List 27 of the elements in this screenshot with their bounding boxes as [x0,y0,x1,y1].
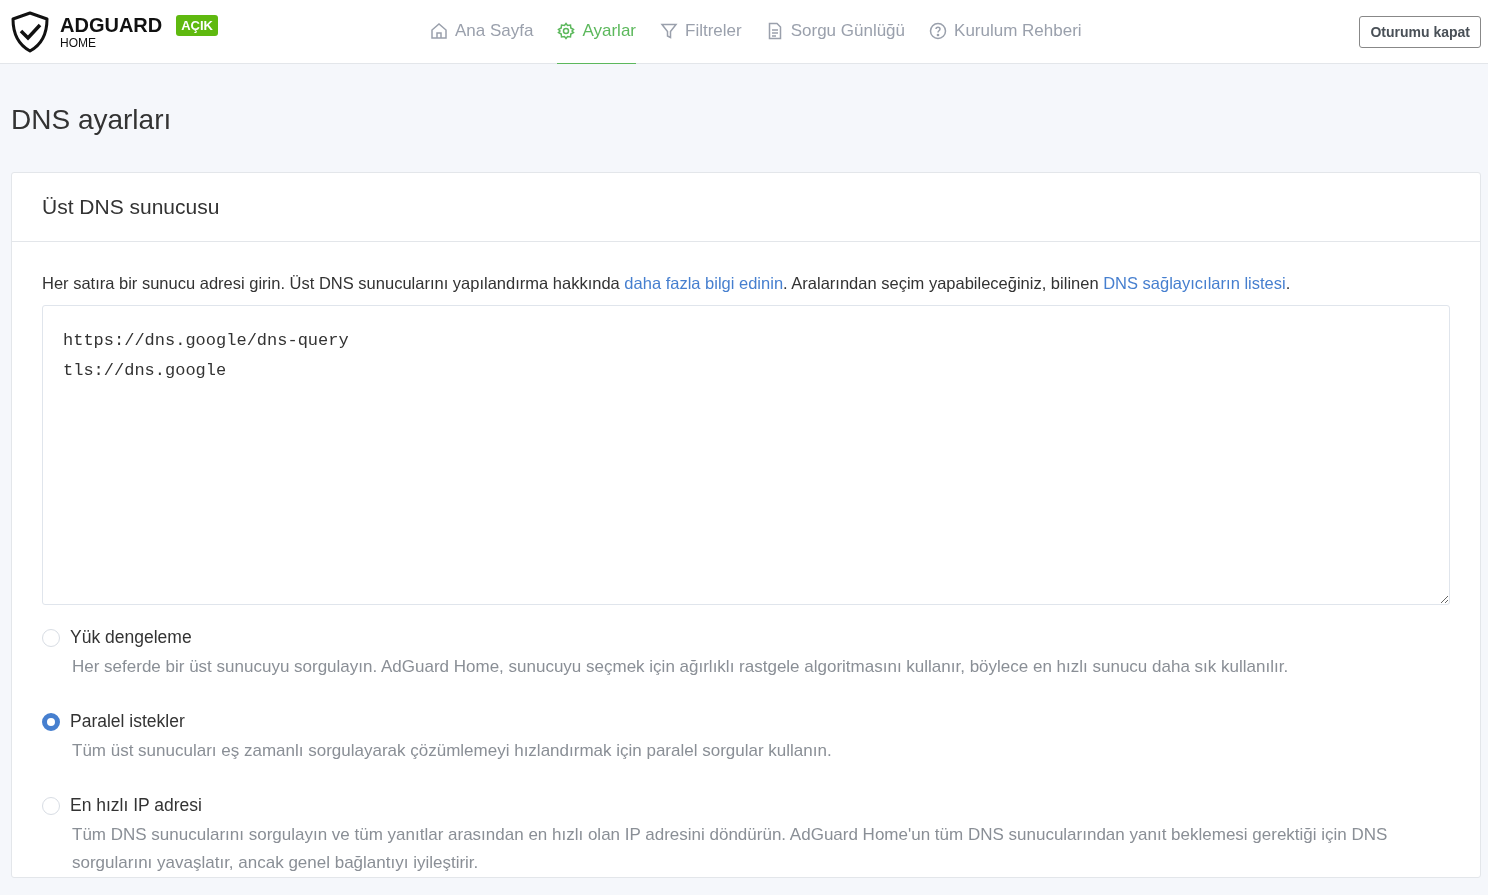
nav-tab[interactable]: Kurulum Rehberi [929,0,1082,64]
option-label: Yük dengeleme [70,627,192,648]
brand-name: ADGUARD [60,14,163,35]
filter-icon [660,22,678,40]
option-label: En hızlı IP adresi [70,795,202,816]
nav-tab[interactable]: Ana Sayfa [430,0,534,64]
nav-tab[interactable]: Ayarlar [557,0,636,64]
nav-tab[interactable]: Sorgu Günlüğü [765,0,906,64]
intro-text: Her satıra bir sunucu adresi girin. Üst DNS sunucularını yapılandırma hakkında daha fazla bilgi edinin. Aralarından seçim yapabileceğiniz, bilinen DNS sağlayıcıların listesi. [42,274,1292,293]
info-link[interactable]: DNS sağlayıcıların listesi [1103,274,1286,292]
option-description: Her seferde bir üst sunucuyu sorgulayın. AdGuard Home, sunucuyu seçmek için ağırlıklı rastgele algoritmasını kullanır, böylece en hızlı sunucu daha sık kullanılır. [72,656,1290,678]
home-icon [430,22,448,40]
info-link[interactable]: daha fazla bilgi edinin [624,274,784,292]
help-icon [929,22,948,40]
card-title: Üst DNS sunucusu [42,195,221,219]
upstream-servers-field[interactable]: https://dns.google/dns-query tls://dns.google [42,305,1450,605]
status-badge: AÇIK [176,15,218,36]
logout-button[interactable]: Oturumu kapat [1359,15,1481,48]
brand-subtitle: HOME [60,36,97,49]
radio-button[interactable] [42,712,60,731]
nav-tab[interactable]: Filtreler [660,0,742,64]
option-label: Paralel istekler [70,711,185,732]
option-description: Tüm DNS sunucularını sorgulayın ve tüm yanıtlar arasından en hızlı olan IP adresini döndürün. AdGuard Home'un tüm DNS sunucularından yanıt beklemesi gerektiği için DNS sorgularını yavaşlatır, ancak genel bağlantıyı iyileştirir. [72,824,1389,874]
page-title: DNS ayarları [11,103,173,137]
option-description: Tüm üst sunucuları eş zamanlı sorgulayarak çözümlemeyi hızlandırmak için paralel sorgular kullanın. [72,740,833,762]
gear-icon [557,22,576,40]
shield-check-icon [10,10,50,53]
